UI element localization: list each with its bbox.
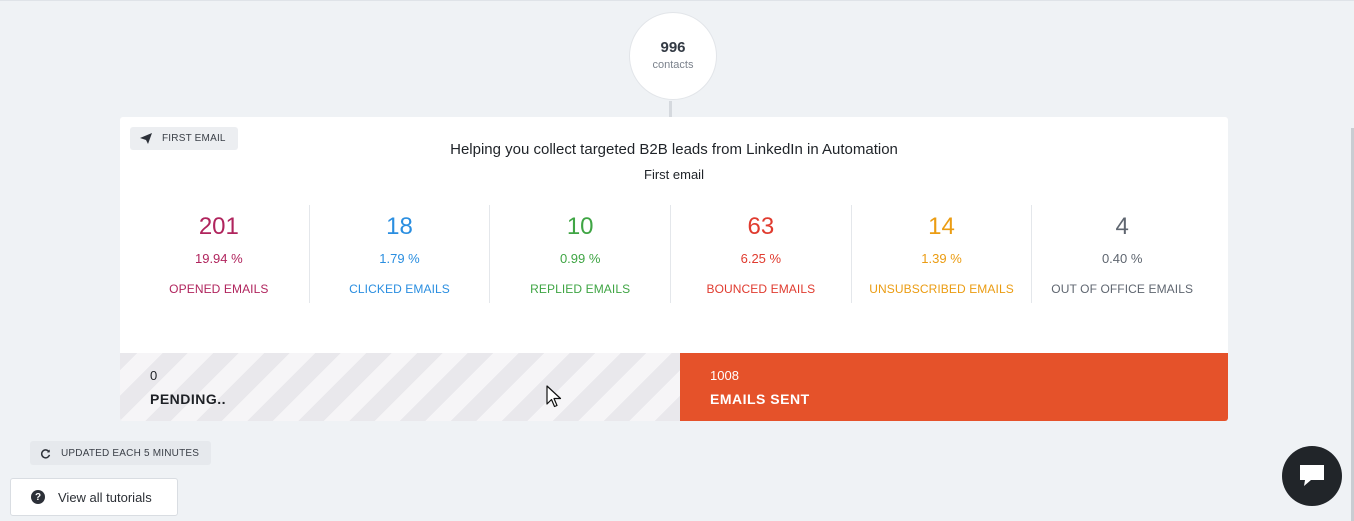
stat-count: 10 [566,213,594,240]
flow-connector [669,101,672,117]
stat-replied: 10 0.99 % REPLIED EMAILS [489,205,670,303]
stat-bounced: 63 6.25 % BOUNCED EMAILS [670,205,851,303]
update-frequency-badge: UPDATED EACH 5 MINUTES [30,441,212,465]
stat-label: UNSUBSCRIBED EMAILS [869,282,1014,296]
chat-bubble-icon [1300,465,1324,486]
stat-count: 201 [198,213,239,240]
stat-label: CLICKED EMAILS [349,282,450,296]
stat-opened: 201 19.94 % OPENED EMAILS [129,205,309,303]
stat-percent: 1.39 % [921,251,962,266]
stat-percent: 6.25 % [740,251,782,266]
stat-percent: 19.94 % [194,251,243,266]
stat-count: 4 [1115,213,1129,240]
emails-sent-segment: 1008 EMAILS SENT [680,353,1228,421]
emails-sent-count: 1008 [710,368,739,383]
pending-label: PENDING.. [150,391,227,407]
view-all-tutorials-button[interactable]: ? View all tutorials [10,478,178,516]
step-name: First email [644,167,704,182]
stat-label: OUT OF OFFICE EMAILS [1051,282,1194,296]
stat-label: REPLIED EMAILS [530,282,631,296]
stat-clicked: 18 1.79 % CLICKED EMAILS [308,205,490,303]
contacts-count-bubble: 996 contacts [629,12,717,100]
stat-label: BOUNCED EMAILS [706,282,816,296]
mouse-cursor-icon [546,385,562,408]
contacts-count: 996 [660,39,686,56]
stat-count: 14 [928,213,955,240]
view-all-tutorials-label: View all tutorials [58,489,152,505]
chat-launcher-button[interactable] [1282,446,1342,506]
email-subject: Helping you collect targeted B2B leads f… [450,141,898,158]
update-frequency-label: UPDATED EACH 5 MINUTES [61,447,200,459]
refresh-icon [40,448,51,459]
pending-count: 0 [150,368,158,383]
top-divider [0,0,1354,1]
contacts-label: contacts [652,59,694,71]
emails-sent-label: EMAILS SENT [710,391,810,407]
question-circle-icon: ? [31,490,45,504]
stat-count: 63 [747,213,775,240]
pending-segment: 0 PENDING.. [120,353,680,421]
sending-progress-bar: 0 PENDING.. 1008 EMAILS SENT [120,353,1228,421]
email-stats: 201 19.94 % OPENED EMAILS 18 1.79 % CLIC… [129,205,1212,303]
stat-percent: 0.40 % [1101,251,1143,266]
email-step-card: FIRST EMAIL Helping you collect targeted… [120,117,1228,421]
stat-percent: 1.79 % [379,251,420,266]
stat-unsubscribed: 14 1.39 % UNSUBSCRIBED EMAILS [850,205,1032,303]
stat-count: 18 [386,213,413,240]
stat-percent: 0.99 % [559,251,601,266]
stat-label: OPENED EMAILS [169,282,269,296]
stat-out-of-office: 4 0.40 % OUT OF OFFICE EMAILS [1031,205,1212,303]
